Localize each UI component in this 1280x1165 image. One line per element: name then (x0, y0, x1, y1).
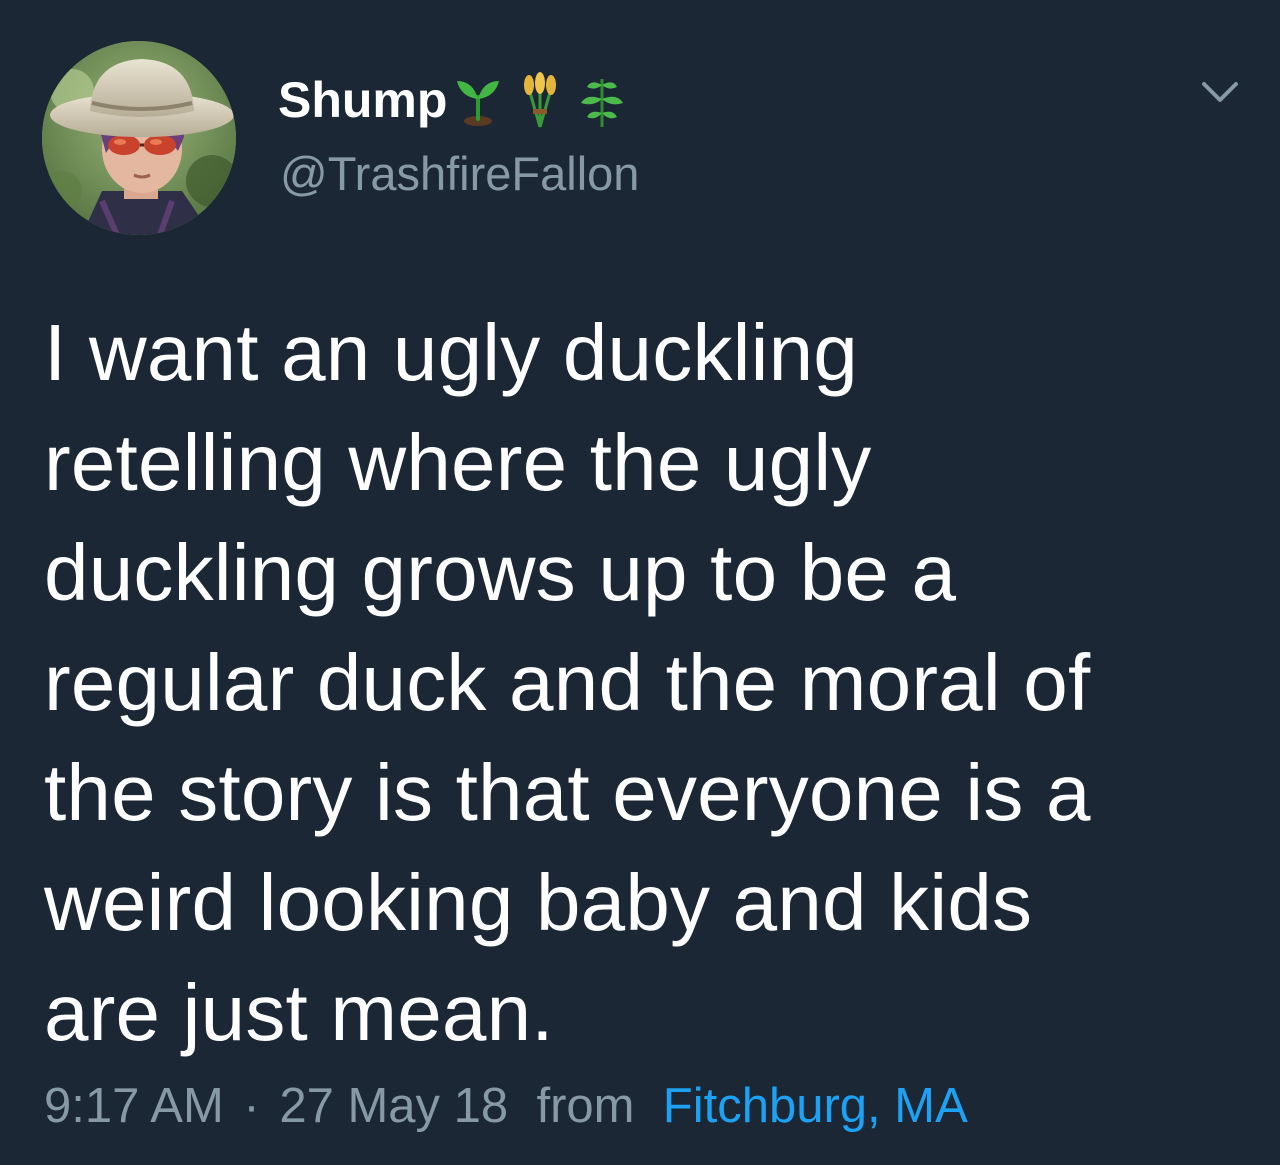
tweet-text-line: retelling where the ugly (44, 418, 872, 507)
chevron-down-icon[interactable] (1196, 72, 1244, 112)
tweet-text-line: are just mean. (44, 968, 554, 1057)
tweet-text-line: duckling grows up to be a (44, 528, 957, 617)
name-row: Shump (278, 68, 635, 132)
seedling-icon (449, 71, 507, 129)
name-emoji-group (449, 71, 635, 129)
herb-icon (573, 71, 631, 129)
sheaf-of-rice-icon (511, 71, 569, 129)
tweet-text-line: regular duck and the moral of (44, 638, 1091, 727)
tweet-time[interactable]: 9:17 AM (44, 1079, 224, 1133)
meta-separator: · (243, 1079, 260, 1133)
tweet-text-line: the story is that everyone is a (44, 748, 1091, 837)
tweet-text-line: I want an ugly duckling (44, 308, 858, 397)
from-label: from (536, 1079, 635, 1133)
tweet-text-line: weird looking baby and kids (44, 858, 1033, 947)
avatar[interactable] (42, 41, 236, 235)
tweet-text: I want an ugly duckling retelling where … (44, 298, 1244, 1068)
tweet-meta: 9:17 AM · 27 May 18 from Fitchburg, MA (44, 1079, 968, 1134)
tweet-card: Shump @TrashfireFallon I want an ugly du… (0, 0, 1280, 1165)
location-link[interactable]: Fitchburg, MA (663, 1079, 968, 1133)
tweet-date[interactable]: 27 May 18 (279, 1079, 508, 1133)
display-name[interactable]: Shump (278, 75, 447, 125)
user-handle[interactable]: @TrashfireFallon (280, 148, 639, 200)
